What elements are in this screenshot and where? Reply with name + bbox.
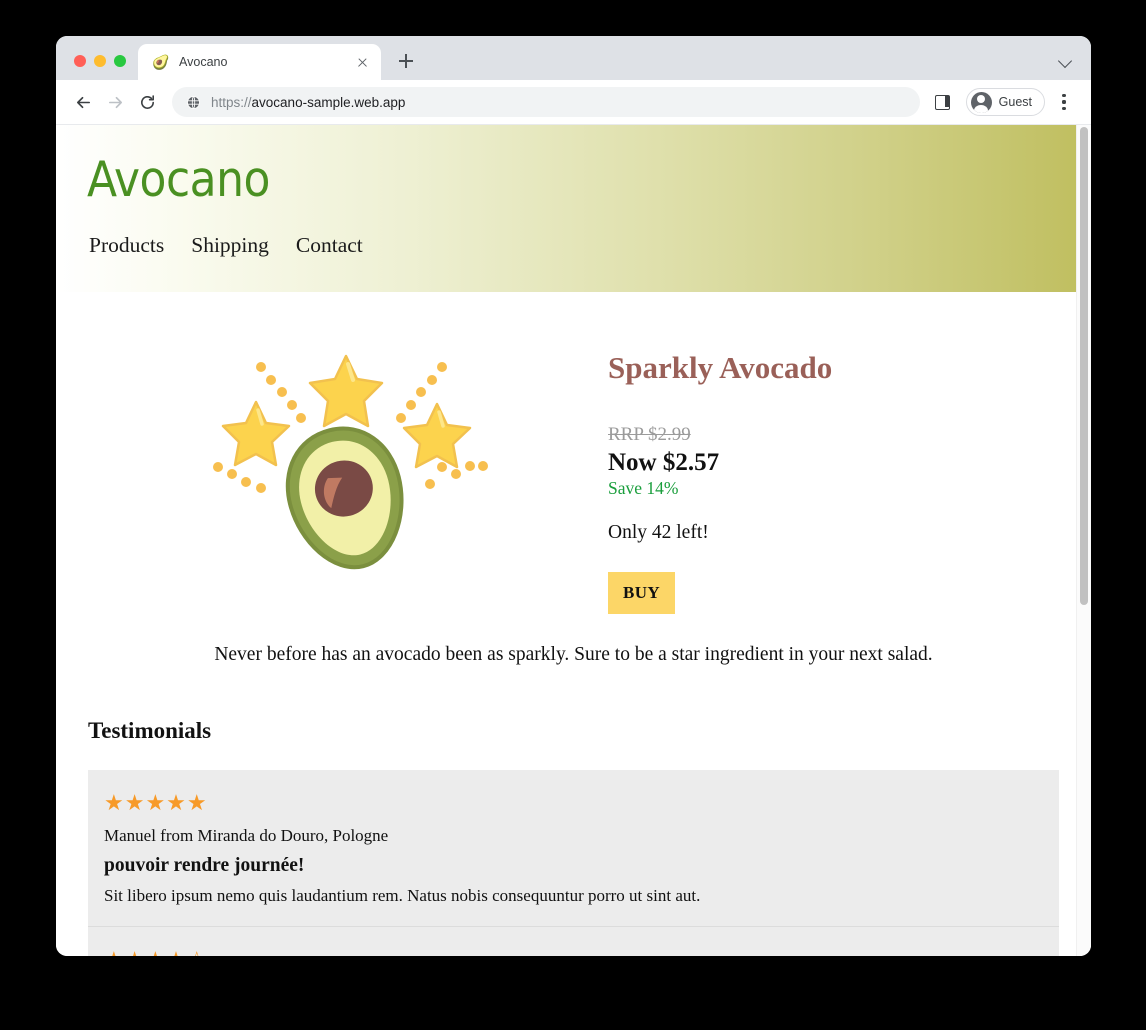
product-image: [88, 310, 608, 580]
maximize-window-button[interactable]: [114, 55, 126, 67]
minimize-window-button[interactable]: [94, 55, 106, 67]
kebab-dot: [1062, 106, 1066, 110]
page-scrollbar[interactable]: [1076, 125, 1091, 956]
testimonial-body: Sit libero ipsum nemo quis laudantium re…: [104, 886, 701, 905]
tab-strip: 🥑 Avocano: [56, 36, 1091, 80]
globe-icon: [186, 95, 201, 110]
rating-stars: ★★★★★: [104, 790, 208, 815]
browser-toolbar: https://avocano-sample.web.app Guest: [56, 80, 1091, 124]
kebab-dot: [1062, 100, 1066, 104]
url-scheme: https://: [211, 94, 252, 110]
page-viewport: Avocano Products Shipping Contact Sparkl…: [56, 124, 1091, 956]
url-host: avocano-sample.web.app: [251, 94, 406, 110]
product-title: Sparkly Avocado: [608, 350, 833, 385]
testimonial-author: Manuel from Miranda do Douro, Pologne: [104, 826, 389, 845]
testimonial-card: ★★★★★ Manuel from Miranda do Douro, Polo…: [88, 770, 1059, 927]
rating-stars: ★★★★☆: [104, 949, 1043, 957]
address-bar[interactable]: https://avocano-sample.web.app: [172, 87, 920, 117]
reload-button[interactable]: [132, 87, 162, 117]
avatar: [970, 91, 992, 113]
site-header: Avocano Products Shipping Contact: [56, 125, 1091, 292]
nav-item-products[interactable]: Products: [89, 233, 164, 258]
testimonials-list: ★★★★★ Manuel from Miranda do Douro, Polo…: [88, 770, 1059, 956]
new-tab-button[interactable]: [391, 46, 421, 76]
side-panel-icon: [935, 94, 951, 110]
buy-button[interactable]: BUY: [608, 572, 676, 614]
product-description: Never before has an avocado been as spar…: [214, 644, 933, 665]
product-rrp: RRP $2.99: [608, 424, 691, 445]
profile-button[interactable]: Guest: [965, 88, 1045, 116]
testimonial-card: ★★★★☆: [88, 927, 1059, 956]
nav-item-shipping[interactable]: Shipping: [191, 233, 269, 258]
product-save-badge: Save 14%: [608, 478, 679, 498]
testimonial-headline: pouvoir rendre journée!: [104, 855, 305, 876]
side-panel-button[interactable]: [928, 87, 958, 117]
product-current-price: Now $2.57: [608, 449, 720, 476]
testimonials-heading: Testimonials: [88, 718, 212, 743]
avocado-favicon-icon: 🥑: [152, 53, 170, 70]
main-navigation: Products Shipping Contact: [89, 233, 363, 258]
back-button[interactable]: [68, 87, 98, 117]
sparkling-avocado-illustration: [213, 354, 488, 570]
close-tab-icon[interactable]: [354, 54, 371, 71]
product-stock-count: Only 42 left!: [608, 522, 709, 543]
tab-title: Avocano: [179, 55, 228, 69]
window-traffic-lights: [56, 55, 138, 80]
browser-menu-button[interactable]: [1051, 87, 1077, 117]
nav-item-contact[interactable]: Contact: [296, 233, 363, 258]
chevron-down-icon[interactable]: [1057, 53, 1073, 69]
kebab-dot: [1062, 94, 1066, 98]
close-window-button[interactable]: [74, 55, 86, 67]
scrollbar-thumb[interactable]: [1080, 127, 1088, 605]
page-content: Sparkly Avocado RRP $2.99 Now $2.57 Save…: [56, 292, 1091, 956]
forward-button[interactable]: [100, 87, 130, 117]
product-details: Sparkly Avocado RRP $2.99 Now $2.57 Save…: [608, 310, 1059, 614]
profile-label: Guest: [998, 95, 1032, 109]
browser-tab[interactable]: 🥑 Avocano: [138, 44, 381, 80]
site-logo[interactable]: Avocano: [87, 151, 270, 208]
browser-window: 🥑 Avocano https://avocano-sample.web.app…: [56, 36, 1091, 956]
product-section: Sparkly Avocado RRP $2.99 Now $2.57 Save…: [88, 292, 1059, 614]
address-bar-text: https://avocano-sample.web.app: [211, 95, 405, 110]
